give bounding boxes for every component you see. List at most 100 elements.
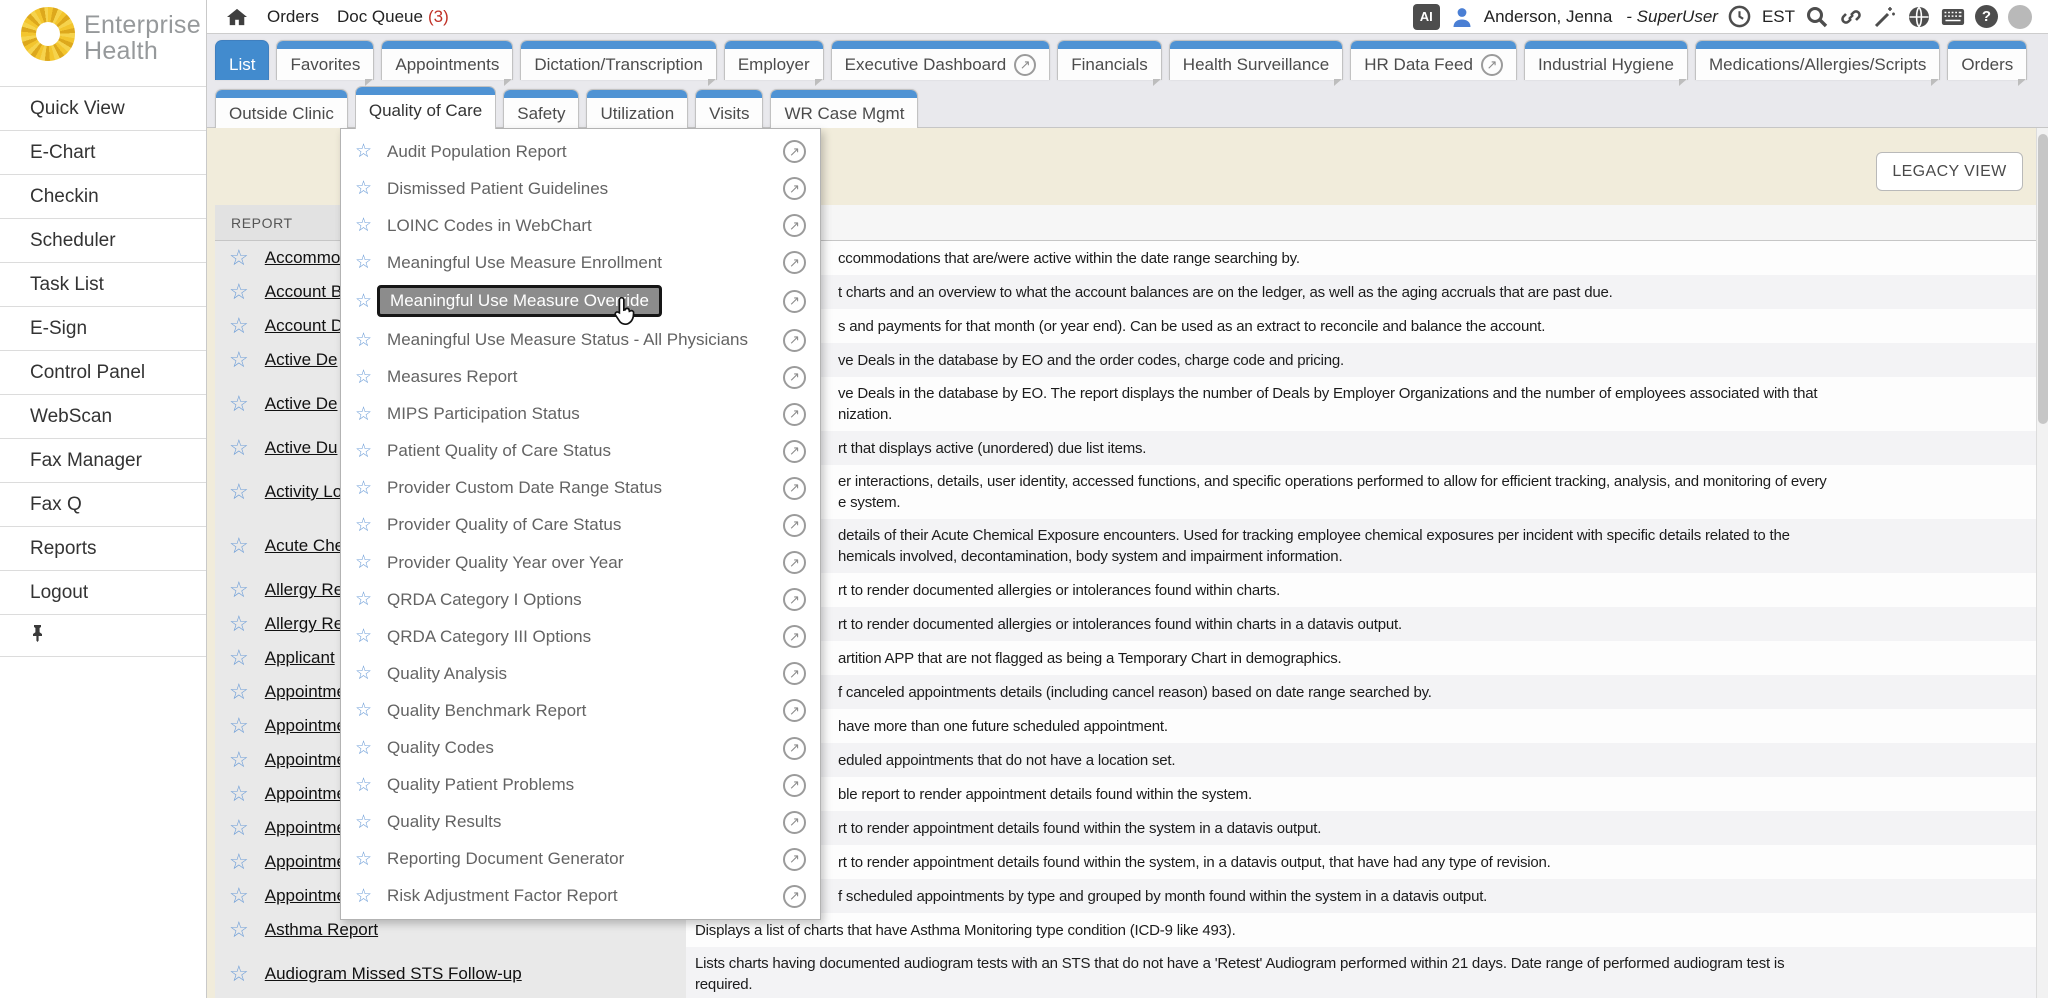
sidebar-item-task-list[interactable]: Task List [0, 263, 206, 307]
open-in-new-icon[interactable]: ↗ [783, 662, 806, 685]
favorite-star-icon[interactable]: ☆ [229, 313, 249, 339]
favorite-star-icon[interactable]: ☆ [229, 279, 249, 305]
report-link-asthma-report[interactable]: Asthma Report [265, 920, 378, 940]
menu-item-meaningful-use-measure-enrollment[interactable]: ☆Meaningful Use Measure Enrollment↗ [341, 251, 820, 274]
favorite-star-icon[interactable]: ☆ [229, 645, 249, 671]
sidebar-pin-row[interactable] [0, 615, 206, 657]
report-link-allergy-re[interactable]: Allergy Re [265, 614, 343, 634]
tab-list[interactable]: List [215, 40, 269, 80]
legacy-view-button[interactable]: LEGACY VIEW [1876, 152, 2023, 191]
favorite-star-icon[interactable]: ☆ [355, 140, 372, 163]
favorite-star-icon[interactable]: ☆ [229, 883, 249, 909]
favorite-star-icon[interactable]: ☆ [229, 347, 249, 373]
open-in-new-icon[interactable]: ↗ [783, 290, 806, 313]
sidebar-item-control-panel[interactable]: Control Panel [0, 351, 206, 395]
sidebar-item-webscan[interactable]: WebScan [0, 395, 206, 439]
open-in-new-icon[interactable]: ↗ [783, 251, 806, 274]
report-link-appointme[interactable]: Appointme [265, 750, 346, 770]
tab-industrial-hygiene[interactable]: Industrial Hygiene [1524, 40, 1688, 80]
favorite-star-icon[interactable]: ☆ [229, 533, 249, 559]
tab-health-surveillance[interactable]: Health Surveillance [1169, 40, 1343, 80]
ai-badge[interactable]: AI [1413, 4, 1440, 30]
open-in-new-icon[interactable]: ↗ [783, 885, 806, 908]
report-link-appointme[interactable]: Appointme [265, 682, 346, 702]
favorite-star-icon[interactable]: ☆ [355, 329, 372, 352]
open-in-new-icon[interactable]: ↗ [783, 329, 806, 352]
clock-icon[interactable] [1728, 5, 1752, 29]
menu-item-qrda-category-i-options[interactable]: ☆QRDA Category I Options↗ [341, 588, 820, 611]
avatar[interactable] [2008, 5, 2032, 29]
favorite-star-icon[interactable]: ☆ [355, 662, 372, 685]
tab-dictation-transcription[interactable]: Dictation/Transcription [520, 40, 717, 80]
tab-medications-allergies-scripts[interactable]: Medications/Allergies/Scripts [1695, 40, 1940, 80]
favorite-star-icon[interactable]: ☆ [355, 214, 372, 237]
menu-item-provider-custom-date-range-status[interactable]: ☆Provider Custom Date Range Status↗ [341, 477, 820, 500]
menu-item-quality-codes[interactable]: ☆Quality Codes↗ [341, 737, 820, 760]
favorite-star-icon[interactable]: ☆ [355, 774, 372, 797]
favorite-star-icon[interactable]: ☆ [355, 737, 372, 760]
sidebar-item-e-chart[interactable]: E-Chart [0, 131, 206, 175]
open-in-new-icon[interactable]: ↗ [783, 811, 806, 834]
report-link-accommo[interactable]: Accommo [265, 248, 341, 268]
favorite-star-icon[interactable]: ☆ [229, 747, 249, 773]
open-in-new-icon[interactable]: ↗ [783, 177, 806, 200]
open-in-new-icon[interactable]: ↗ [783, 625, 806, 648]
open-in-new-icon[interactable]: ↗ [783, 403, 806, 426]
menu-item-meaningful-use-measure-override[interactable]: ☆Meaningful Use Measure Override↗ [341, 288, 820, 314]
report-link-active-de[interactable]: Active De [265, 350, 338, 370]
tab-favorites[interactable]: Favorites [276, 40, 374, 80]
favorite-star-icon[interactable]: ☆ [229, 781, 249, 807]
breadcrumb-orders[interactable]: Orders [267, 7, 319, 27]
favorite-star-icon[interactable]: ☆ [355, 551, 372, 574]
favorite-star-icon[interactable]: ☆ [355, 251, 372, 274]
scrollbar-thumb[interactable] [2038, 134, 2048, 424]
favorite-star-icon[interactable]: ☆ [355, 366, 372, 389]
sidebar-item-logout[interactable]: Logout [0, 571, 206, 615]
favorite-star-icon[interactable]: ☆ [229, 961, 249, 987]
open-in-new-icon[interactable]: ↗ [783, 699, 806, 722]
favorite-star-icon[interactable]: ☆ [355, 588, 372, 611]
menu-item-provider-quality-year-over-year[interactable]: ☆Provider Quality Year over Year↗ [341, 551, 820, 574]
tab-orders[interactable]: Orders [1947, 40, 2027, 80]
report-link-allergy-re[interactable]: Allergy Re [265, 580, 343, 600]
report-link-active-de[interactable]: Active De [265, 394, 338, 414]
report-link-audiogram-missed-sts-follow-up[interactable]: Audiogram Missed STS Follow-up [265, 964, 522, 984]
link-icon[interactable] [1839, 5, 1863, 29]
menu-item-quality-benchmark-report[interactable]: ☆Quality Benchmark Report↗ [341, 699, 820, 722]
menu-item-measures-report[interactable]: ☆Measures Report↗ [341, 366, 820, 389]
menu-item-risk-adjustment-factor-report[interactable]: ☆Risk Adjustment Factor Report↗ [341, 885, 820, 908]
menu-item-provider-quality-of-care-status[interactable]: ☆Provider Quality of Care Status↗ [341, 514, 820, 537]
external-link-icon[interactable]: ↗ [1014, 54, 1036, 76]
tab-appointments[interactable]: Appointments [381, 40, 513, 80]
report-link-appointme[interactable]: Appointme [265, 716, 346, 736]
home-icon[interactable] [225, 5, 249, 29]
tab-outside-clinic[interactable]: Outside Clinic [215, 89, 348, 129]
open-in-new-icon[interactable]: ↗ [783, 214, 806, 237]
favorite-star-icon[interactable]: ☆ [355, 177, 372, 200]
open-in-new-icon[interactable]: ↗ [783, 440, 806, 463]
menu-item-loinc-codes-in-webchart[interactable]: ☆LOINC Codes in WebChart↗ [341, 214, 820, 237]
sidebar-item-reports[interactable]: Reports [0, 527, 206, 571]
tab-hr-data-feed[interactable]: HR Data Feed↗ [1350, 40, 1517, 80]
open-in-new-icon[interactable]: ↗ [783, 774, 806, 797]
menu-item-meaningful-use-measure-status-all-physicians[interactable]: ☆Meaningful Use Measure Status - All Phy… [341, 329, 820, 352]
report-link-activity-lo[interactable]: Activity Lo [265, 482, 342, 502]
favorite-star-icon[interactable]: ☆ [355, 699, 372, 722]
open-in-new-icon[interactable]: ↗ [783, 514, 806, 537]
favorite-star-icon[interactable]: ☆ [229, 245, 249, 271]
open-in-new-icon[interactable]: ↗ [783, 366, 806, 389]
wand-icon[interactable] [1873, 5, 1897, 29]
favorite-star-icon[interactable]: ☆ [355, 514, 372, 537]
report-link-appointme[interactable]: Appointme [265, 886, 346, 906]
menu-item-quality-patient-problems[interactable]: ☆Quality Patient Problems↗ [341, 774, 820, 797]
user-name[interactable]: Anderson, Jenna [1484, 7, 1613, 27]
open-in-new-icon[interactable]: ↗ [783, 737, 806, 760]
report-link-appointme[interactable]: Appointme [265, 784, 346, 804]
tab-financials[interactable]: Financials [1057, 40, 1162, 80]
favorite-star-icon[interactable]: ☆ [355, 290, 372, 313]
favorite-star-icon[interactable]: ☆ [355, 848, 372, 871]
external-link-icon[interactable]: ↗ [1481, 54, 1503, 76]
favorite-star-icon[interactable]: ☆ [355, 625, 372, 648]
open-in-new-icon[interactable]: ↗ [783, 848, 806, 871]
open-in-new-icon[interactable]: ↗ [783, 551, 806, 574]
